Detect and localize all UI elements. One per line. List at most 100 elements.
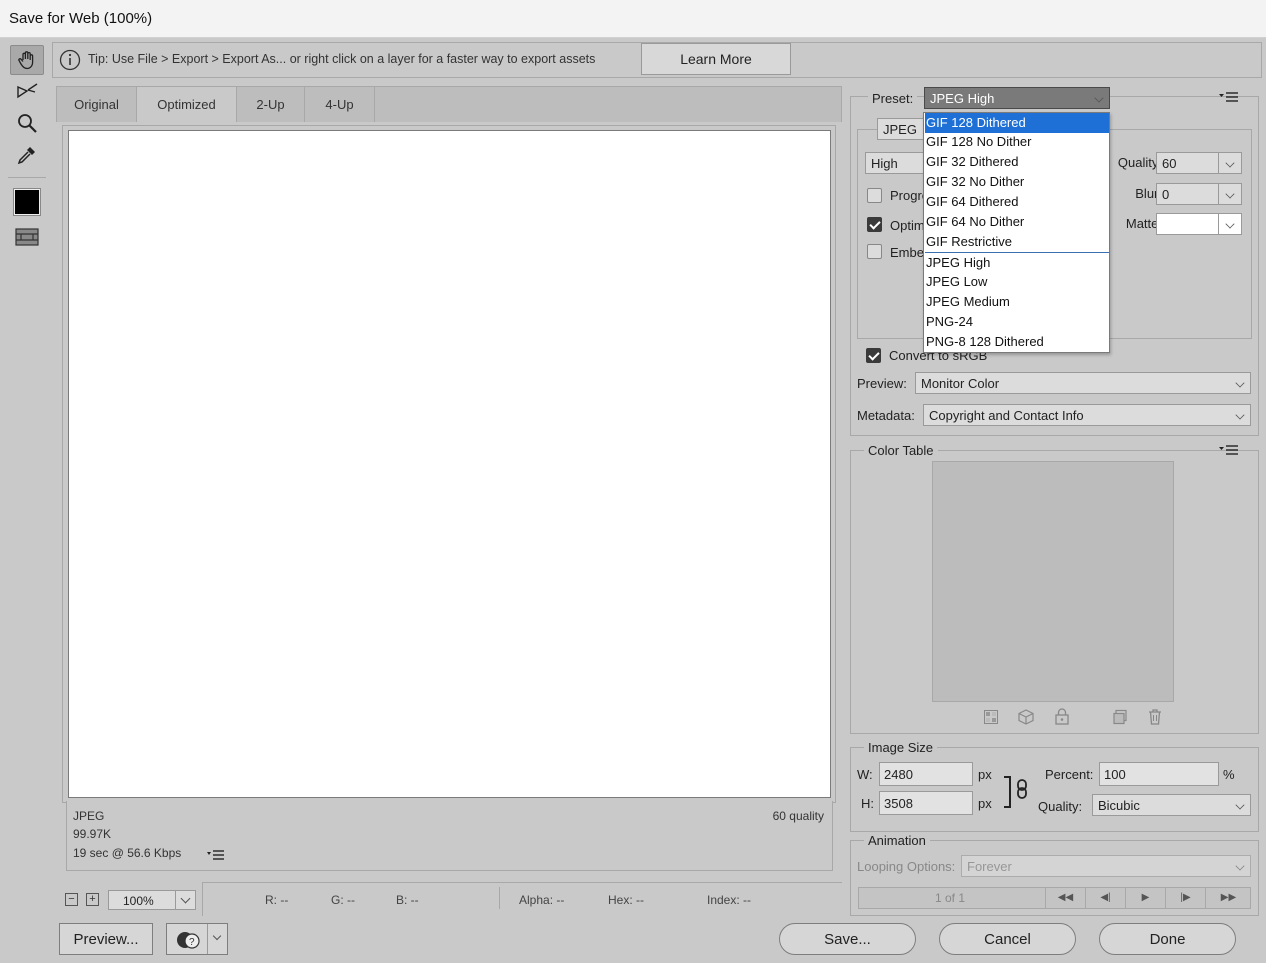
chevron-down-icon <box>1235 800 1245 810</box>
resample-quality-value: Bicubic <box>1098 798 1140 813</box>
image-preview[interactable] <box>68 130 831 798</box>
zoom-in-button[interactable]: + <box>86 893 99 906</box>
preset-option-gif-32-dithered[interactable]: GIF 32 Dithered <box>925 152 1109 172</box>
preview-label: Preview: <box>857 376 907 391</box>
tip-text: Tip: Use File > Export > Export As... or… <box>88 52 596 66</box>
image-size-group <box>850 747 1259 832</box>
readout-r: R: -- <box>265 893 289 907</box>
download-speed-menu-icon[interactable] <box>207 849 225 861</box>
next-frame-button[interactable]: |▶ <box>1165 888 1205 908</box>
svg-text:?: ? <box>189 937 195 948</box>
preset-option-gif-restrictive[interactable]: GIF Restrictive <box>925 232 1109 252</box>
chevron-down-icon <box>1225 189 1235 199</box>
preset-select[interactable]: JPEG High <box>924 87 1110 109</box>
tab-2-up[interactable]: 2-Up <box>237 87 305 122</box>
resample-quality-select[interactable]: Bicubic <box>1092 794 1251 816</box>
zoom-level-select[interactable]: 100% <box>108 890 196 910</box>
new-color-icon <box>1113 709 1127 725</box>
chevron-down-icon <box>1235 861 1245 871</box>
preset-option-jpeg-high[interactable]: JPEG High <box>925 253 1109 273</box>
color-table-title: Color Table <box>864 443 938 458</box>
trash-icon <box>1149 709 1161 725</box>
last-frame-button[interactable]: ▶▶ <box>1205 888 1251 908</box>
tab-original[interactable]: Original <box>57 87 137 122</box>
blur-value: 0 <box>1162 187 1170 202</box>
preset-value: JPEG High <box>930 91 995 106</box>
tab-4-up[interactable]: 4-Up <box>305 87 375 122</box>
view-tabs: Original Optimized 2-Up 4-Up <box>56 86 842 122</box>
chevron-down-icon <box>1235 378 1245 388</box>
tool-divider <box>8 177 46 178</box>
tool-column <box>0 38 52 963</box>
readout-hex: Hex: -- <box>608 893 644 907</box>
quality-input[interactable]: 60 <box>1156 152 1242 174</box>
progressive-checkbox[interactable] <box>867 188 882 203</box>
preview-value: Monitor Color <box>921 376 1000 391</box>
height-unit: px <box>978 796 992 811</box>
optimize-menu-icon[interactable] <box>1219 91 1239 103</box>
readout-divider <box>499 887 500 909</box>
preset-option-gif-64-no-dither[interactable]: GIF 64 No Dither <box>925 212 1109 232</box>
looping-options-value: Forever <box>967 859 1012 874</box>
map-transparent-icon <box>984 710 998 724</box>
info-download-time: 19 sec @ 56.6 Kbps <box>73 846 182 860</box>
chevron-down-icon[interactable] <box>175 891 195 909</box>
tab-optimized[interactable]: Optimized <box>137 87 237 122</box>
preview-select[interactable]: Monitor Color <box>915 372 1251 394</box>
chevron-down-icon <box>1225 219 1235 229</box>
play-button[interactable]: ▶ <box>1125 888 1165 908</box>
zoom-tool-icon[interactable] <box>10 108 44 138</box>
preset-option-jpeg-low[interactable]: JPEG Low <box>925 272 1109 292</box>
blur-input[interactable]: 0 <box>1156 183 1242 205</box>
color-table-swatches[interactable] <box>932 461 1174 702</box>
preset-option-jpeg-medium[interactable]: JPEG Medium <box>925 292 1109 312</box>
optimization-info: JPEG 99.97K 19 sec @ 56.6 Kbps 60 qualit… <box>66 801 833 871</box>
preset-label: Preset: <box>868 91 918 106</box>
eyedropper-tool-icon[interactable] <box>10 140 44 170</box>
width-input[interactable]: 2480 <box>879 762 973 786</box>
chevron-down-icon <box>1225 158 1235 168</box>
format-select[interactable]: JPEG <box>877 118 927 140</box>
preset-option-png-8-128-dithered[interactable]: PNG-8 128 Dithered <box>925 332 1109 352</box>
preset-option-gif-128-dithered[interactable]: GIF 128 Dithered <box>925 113 1109 133</box>
quality-value: 60 <box>1162 156 1177 171</box>
preview-in-browser-button[interactable]: Preview... <box>59 923 153 955</box>
browser-globe-icon: ? <box>177 932 200 949</box>
preset-option-gif-128-no-dither[interactable]: GIF 128 No Dither <box>925 132 1109 152</box>
embed-profile-checkbox[interactable] <box>867 244 882 259</box>
eyedropper-color-swatch[interactable] <box>10 187 44 217</box>
browser-select-button[interactable]: ? <box>166 923 228 955</box>
chevron-down-icon <box>1094 93 1104 103</box>
metadata-select[interactable]: Copyright and Contact Info <box>923 404 1251 426</box>
height-input[interactable]: 3508 <box>879 791 973 815</box>
preset-option-gif-32-no-dither[interactable]: GIF 32 No Dither <box>925 172 1109 192</box>
toggle-slices-icon[interactable] <box>10 222 44 252</box>
info-icon <box>59 49 81 71</box>
preview-area <box>62 125 836 803</box>
previous-frame-button[interactable]: ◀| <box>1085 888 1125 908</box>
preset-option-png-24[interactable]: PNG-24 <box>925 312 1109 332</box>
zoom-level-value: 100% <box>123 894 154 908</box>
window-title: Save for Web (100%) <box>9 10 153 27</box>
color-table-menu-icon[interactable] <box>1219 444 1239 456</box>
web-snap-icon <box>1018 709 1034 725</box>
matte-select[interactable] <box>1156 213 1242 235</box>
info-format: JPEG <box>73 809 105 823</box>
animation-controls: 1 of 1 ◀◀ ◀| ▶ |▶ ▶▶ <box>858 887 1251 909</box>
link-dimensions-icon[interactable] <box>1002 776 1032 808</box>
convert-srgb-checkbox[interactable] <box>866 348 881 363</box>
percent-input[interactable]: 100 <box>1099 762 1219 786</box>
tip-bar: Tip: Use File > Export > Export As... or… <box>52 42 1262 78</box>
learn-more-button[interactable]: Learn More <box>641 43 791 75</box>
preset-option-gif-64-dithered[interactable]: GIF 64 Dithered <box>925 192 1109 212</box>
hand-tool-icon[interactable] <box>10 45 44 75</box>
optimized-checkbox[interactable] <box>867 217 882 232</box>
zoom-out-button[interactable]: − <box>65 893 78 906</box>
slice-select-tool-icon[interactable] <box>10 76 44 106</box>
readout-b: B: -- <box>396 893 419 907</box>
title-bar: Save for Web (100%) <box>0 0 1266 38</box>
looping-options-select[interactable]: Forever <box>961 855 1251 877</box>
first-frame-button[interactable]: ◀◀ <box>1045 888 1085 908</box>
readout-alpha: Alpha: -- <box>519 893 565 907</box>
chevron-down-icon[interactable] <box>207 924 227 954</box>
